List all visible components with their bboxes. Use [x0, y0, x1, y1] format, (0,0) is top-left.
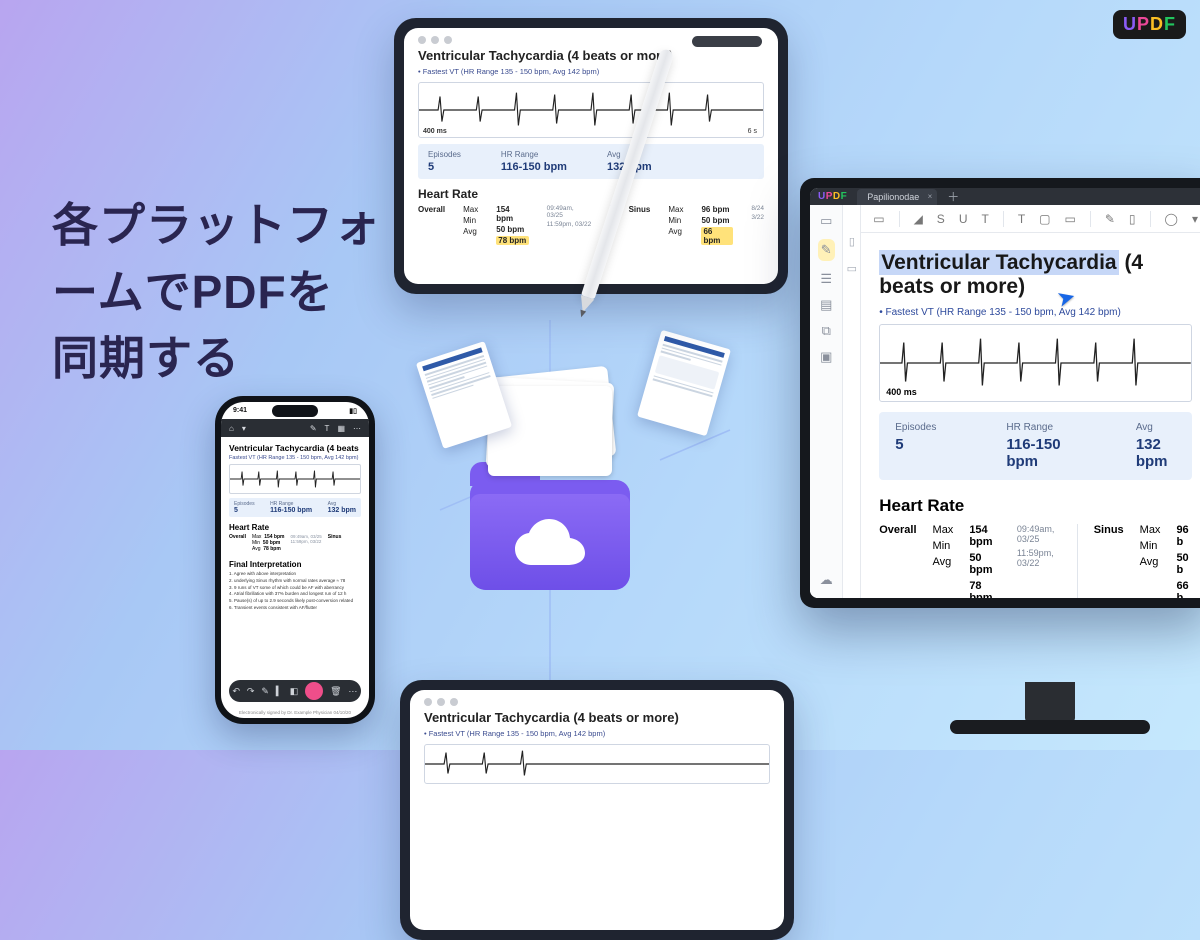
grid-icon[interactable]: ▦ [337, 424, 345, 433]
new-tab-button[interactable]: ＋ [947, 188, 959, 205]
interpretation-list: 1. Agree with above interpretation 2. un… [229, 571, 361, 612]
notch-icon [272, 405, 318, 417]
brand-logo: UPDF [1113, 10, 1186, 39]
brand-logo-small: UPDF [818, 191, 847, 202]
document-tab[interactable]: Papilionodae× [857, 189, 937, 205]
annotation-strip[interactable]: ▯ ▭ [843, 205, 861, 598]
eraser-tool-icon[interactable]: ▯ [1129, 212, 1136, 226]
window-controls-icon [424, 698, 770, 706]
heart-rate-table: Overall Max Min Avg 154 bpm 50 bpm 78 bp… [418, 205, 764, 245]
section-heading: Heart Rate [418, 187, 764, 201]
more-icon[interactable]: ⋯ [348, 686, 357, 697]
eraser-icon[interactable]: ◧ [290, 686, 299, 697]
document-subtitle: Fastest VT (HR Range 135 - 150 bpm, Avg … [424, 729, 770, 738]
ecg-chart [424, 744, 770, 784]
document-subtitle: Fastest VT (HR Range 135 - 150 bpm, Avg … [229, 455, 361, 461]
document-subtitle: Fastest VT (HR Range 135 - 150 bpm, Avg … [418, 67, 764, 76]
ipad-device: Ventricular Tachycardia (4 beats or more… [394, 18, 788, 294]
document-subtitle: Fastest VT (HR Range 135 - 150 bpm, Avg … [879, 307, 1192, 318]
document-title: Ventricular Tachycardia (4 beats or more… [424, 710, 770, 725]
ecg-chart: 400 ms [879, 324, 1192, 402]
edit-icon[interactable]: ☰ [820, 271, 832, 287]
iphone-app-toolbar[interactable]: ⌂ ▾ ✎ T ▦ ⋯ [221, 419, 369, 437]
comment-icon[interactable]: ▭ [847, 262, 857, 275]
iphone-device: 9:41 ▮▯ ⌂ ▾ ✎ T ▦ ⋯ Ventricular Tachycar… [215, 396, 375, 724]
annotate-icon[interactable]: ✎ [818, 239, 835, 261]
squiggly-icon[interactable]: T [981, 212, 988, 226]
ipad-device-bottom: Ventricular Tachycardia (4 beats or more… [400, 680, 794, 940]
section-heading: Final Interpretation [229, 560, 361, 569]
highlight-icon[interactable]: ◢ [914, 212, 923, 226]
stats-band: Episodes5 HR Range116-150 bpm Avg132 bpm [879, 412, 1192, 480]
document-title: Ventricular Tachycardia (4 beats or more… [418, 48, 764, 63]
textbox-icon[interactable]: ▢ [1039, 212, 1050, 226]
shape-circle-icon[interactable]: ◯ [1165, 212, 1178, 226]
app-titlebar: UPDF Papilionodae× ＋ [810, 188, 1200, 205]
underline-icon[interactable]: U [959, 212, 968, 226]
form-icon[interactable]: ▤ [820, 297, 832, 313]
document-page: Ventricular Tachycardia (4 beats or more… [861, 233, 1200, 598]
close-tab-icon[interactable]: × [928, 192, 933, 201]
undo-icon[interactable]: ↶ [232, 686, 240, 697]
battery-icon: ▮▯ [349, 407, 357, 415]
stamp-icon[interactable]: ▾ [1192, 212, 1198, 226]
left-sidebar[interactable]: ▭ ✎ ☰ ▤ ⧉ ▣ ☁ 🔖 [810, 205, 843, 598]
chevron-down-icon[interactable]: ▾ [242, 424, 246, 433]
ipad-toolbar-pill [692, 36, 762, 47]
redo-icon[interactable]: ↷ [247, 686, 255, 697]
heart-rate-table: Overall Max 154 bpm Min 50 bpm Avg 78 bp… [229, 534, 361, 552]
reader-icon[interactable]: ▭ [820, 213, 832, 229]
cloud-sync-folder [470, 420, 630, 590]
document-title: Ventricular Tachycardia (4 beats [229, 443, 361, 453]
stats-band: Episodes5 HR Range116-150 bpm Avg132 bpm [229, 498, 361, 517]
organize-icon[interactable]: ⧉ [822, 323, 831, 339]
monitor-stand [950, 682, 1150, 752]
pencil-icon[interactable]: ✎ [310, 424, 317, 433]
home-icon[interactable]: ⌂ [229, 424, 234, 433]
headline: 各プラットフォ ームでPDFを 同期する [52, 192, 381, 392]
section-heading: Heart Rate [229, 523, 361, 532]
color-swatch[interactable] [305, 682, 323, 700]
strikethrough-icon[interactable]: S [937, 212, 945, 226]
callout-icon[interactable]: ▭ [1065, 212, 1076, 226]
cloud-icon[interactable]: ☁ [820, 572, 833, 588]
more-icon[interactable]: ⋯ [353, 424, 361, 433]
stats-band: Episodes5 HR Range116-150 bpm Avg132 bpm [418, 144, 764, 179]
note-icon[interactable]: ▯ [849, 235, 855, 248]
text-icon[interactable]: T [325, 424, 330, 433]
floating-document-icon [637, 330, 731, 436]
trash-icon[interactable]: 🗑 [330, 686, 341, 697]
ecg-chart: 400 ms 6 s [418, 82, 764, 138]
heart-rate-table: Overall Max Min Avg 154 bpm 50 bpm 78 bp… [879, 524, 1192, 598]
section-heading: Heart Rate [879, 496, 1192, 516]
highlighter-icon[interactable]: ▍ [276, 686, 283, 697]
desktop-monitor: UPDF Papilionodae× ＋ ▭ ✎ ☰ ▤ ⧉ ▣ ☁ 🔖 ▯ ▭ [800, 178, 1200, 608]
format-toolbar[interactable]: ▭ ◢ S U T T ▢ ▭ ✎ ▯ ◯ ▾ [861, 205, 1200, 233]
ecg-chart [229, 464, 361, 494]
tools-icon[interactable]: ▣ [820, 349, 832, 365]
cloud-icon [515, 519, 585, 565]
text-tool-icon[interactable]: T [1018, 212, 1025, 226]
signature-line: Electronically signed by Dr. Example Phy… [221, 710, 369, 715]
iphone-bottom-toolbar[interactable]: ↶ ↷ ✎ ▍ ◧ 🗑 ⋯ [229, 680, 361, 702]
cursor-icon[interactable]: ▭ [873, 212, 884, 226]
pen-icon[interactable]: ✎ [261, 686, 269, 697]
document-title: Ventricular Tachycardia (4 beats or more… [879, 251, 1192, 299]
pen-tool-icon[interactable]: ✎ [1105, 212, 1115, 226]
